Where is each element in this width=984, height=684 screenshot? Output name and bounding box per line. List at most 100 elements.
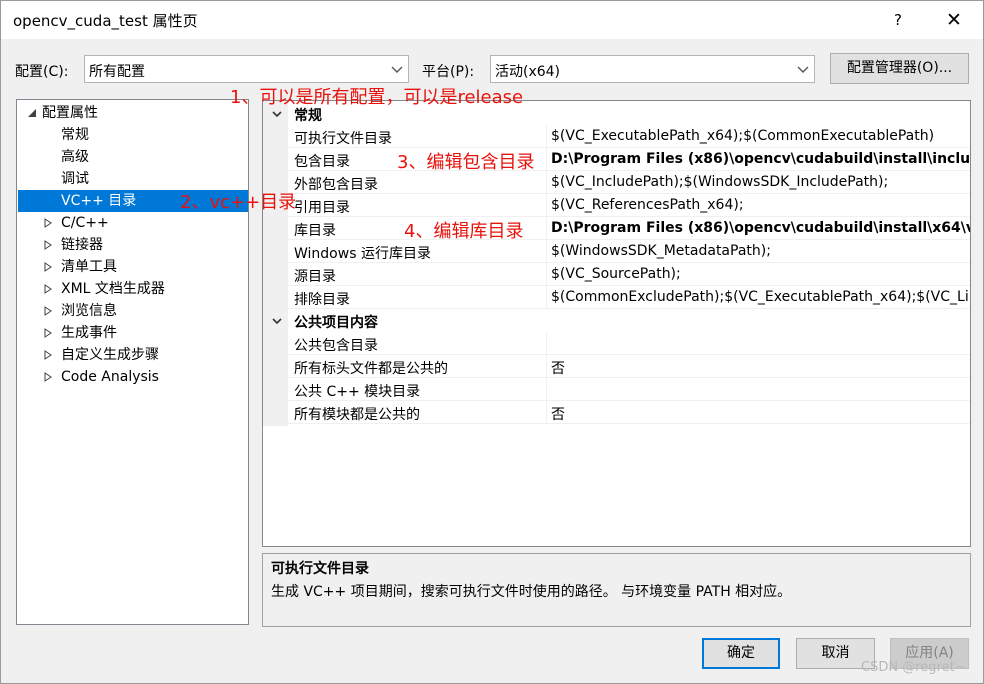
property-row[interactable]: 所有标头文件都是公共的 否 <box>288 355 970 378</box>
column-divider <box>546 240 547 263</box>
collapsed-triangle-icon <box>44 284 52 294</box>
expanded-triangle-icon <box>28 109 36 117</box>
annotation-step-2: 2、vc++目录 <box>180 192 297 213</box>
tree-item-label: XML 文档生成器 <box>61 281 165 297</box>
property-row[interactable]: 公共包含目录 <box>288 332 970 355</box>
chevron-down-icon[interactable] <box>271 315 283 327</box>
property-value: 否 <box>551 407 565 423</box>
property-value: $(VC_IncludePath);$(WindowsSDK_IncludePa… <box>551 174 889 190</box>
property-name: 所有模块都是公共的 <box>294 407 420 423</box>
grid-gutter <box>263 101 288 426</box>
tree-item-label: 浏览信息 <box>61 303 117 319</box>
title-bar: opencv_cuda_test 属性页 ? ✕ <box>1 1 983 39</box>
property-row[interactable]: 公共 C++ 模块目录 <box>288 378 970 401</box>
tree-item-debugging[interactable]: 调试 <box>61 168 89 190</box>
watermark: CSDN @regret~ <box>861 660 966 675</box>
column-divider <box>546 401 547 424</box>
property-row[interactable]: 库目录 D:\Program Files (x86)\opencv\cudabu… <box>288 217 970 240</box>
description-panel: 可执行文件目录 生成 VC++ 项目期间，搜索可执行文件时使用的路径。 与环境变… <box>262 553 971 627</box>
property-row[interactable]: 引用目录 $(VC_ReferencesPath_x64); <box>288 194 970 217</box>
config-select-value: 所有配置 <box>89 64 145 80</box>
configuration-manager-button[interactable]: 配置管理器(O)... <box>830 53 969 84</box>
tree-item-manifest-tool[interactable]: 清单工具 <box>43 256 243 278</box>
tree-item-cpp[interactable]: C/C++ <box>43 212 243 234</box>
property-name: Windows 运行库目录 <box>294 246 431 262</box>
tree-item-label: C/C++ <box>61 215 109 231</box>
property-row[interactable]: 排除目录 $(CommonExcludePath);$(VC_Executabl… <box>288 286 970 309</box>
tree-item-build-events[interactable]: 生成事件 <box>43 322 243 344</box>
chevron-down-icon <box>797 66 809 73</box>
property-tree: 配置属性 常规 高级 调试 VC++ 目录 C/C++ 链接器 清单工具 XML… <box>16 99 249 625</box>
annotation-step-3: 3、编辑包含目录 <box>397 152 535 173</box>
collapsed-triangle-icon <box>44 240 52 250</box>
property-row[interactable]: 外部包含目录 $(VC_IncludePath);$(WindowsSDK_In… <box>288 171 970 194</box>
tree-item-browse-information[interactable]: 浏览信息 <box>43 300 243 322</box>
collapsed-triangle-icon <box>44 306 52 316</box>
property-row[interactable]: 包含目录 D:\Program Files (x86)\opencv\cudab… <box>288 148 970 171</box>
property-name: 库目录 <box>294 223 336 239</box>
platform-select-value: 活动(x64) <box>495 64 561 80</box>
window-title: opencv_cuda_test 属性页 <box>13 12 198 30</box>
tree-item-general[interactable]: 常规 <box>61 124 89 146</box>
property-name: 所有标头文件都是公共的 <box>294 361 448 377</box>
column-divider <box>546 194 547 217</box>
property-name: 源目录 <box>294 269 336 285</box>
property-value: $(VC_ReferencesPath_x64); <box>551 197 744 213</box>
column-divider <box>546 263 547 286</box>
column-divider <box>546 217 547 240</box>
property-row[interactable]: 可执行文件目录 $(VC_ExecutablePath_x64);$(Commo… <box>288 125 970 148</box>
tree-item-label: 自定义生成步骤 <box>61 347 159 363</box>
platform-label: 平台(P): <box>422 64 475 80</box>
property-value: 否 <box>551 361 565 377</box>
property-name: 引用目录 <box>294 200 350 216</box>
property-row[interactable]: 源目录 $(VC_SourcePath); <box>288 263 970 286</box>
collapsed-triangle-icon <box>44 350 52 360</box>
config-select[interactable]: 所有配置 <box>84 55 409 83</box>
collapsed-triangle-icon <box>44 372 52 382</box>
column-divider <box>546 171 547 194</box>
column-divider <box>546 125 547 148</box>
close-button[interactable]: ✕ <box>937 7 971 33</box>
category-public-project-content[interactable]: 公共项目内容 <box>288 309 970 332</box>
tree-item-code-analysis[interactable]: Code Analysis <box>43 366 243 388</box>
property-value: $(CommonExcludePath);$(VC_ExecutablePath… <box>551 289 970 305</box>
chevron-down-icon[interactable] <box>271 108 283 120</box>
property-value: D:\Program Files (x86)\opencv\cudabuild\… <box>551 151 971 167</box>
platform-select[interactable]: 活动(x64) <box>490 55 815 83</box>
help-button[interactable]: ? <box>883 7 913 33</box>
tree-root-label: 配置属性 <box>42 105 98 121</box>
tree-item-linker[interactable]: 链接器 <box>43 234 243 256</box>
property-name: 可执行文件目录 <box>294 131 392 147</box>
column-divider <box>546 355 547 378</box>
property-name: 公共 C++ 模块目录 <box>294 384 421 400</box>
tree-item-xml-doc-generator[interactable]: XML 文档生成器 <box>43 278 243 300</box>
property-value: $(WindowsSDK_MetadataPath); <box>551 243 771 259</box>
tree-item-label: 生成事件 <box>61 325 117 341</box>
tree-root-configuration-properties[interactable]: 配置属性 <box>23 102 243 124</box>
tree-item-label: 链接器 <box>61 237 103 253</box>
property-row[interactable]: 所有模块都是公共的 否 <box>288 401 970 424</box>
property-value: $(VC_ExecutablePath_x64);$(CommonExecuta… <box>551 128 935 144</box>
property-name: 公共包含目录 <box>294 338 378 354</box>
property-name: 外部包含目录 <box>294 177 378 193</box>
annotation-step-4: 4、编辑库目录 <box>404 221 524 242</box>
column-divider <box>546 378 547 401</box>
tree-item-custom-build-step[interactable]: 自定义生成步骤 <box>43 344 243 366</box>
column-divider <box>546 332 547 355</box>
annotation-step-1: 1、可以是所有配置，可以是release <box>230 87 524 108</box>
column-divider <box>546 148 547 171</box>
chevron-down-icon <box>391 66 403 73</box>
property-row[interactable]: Windows 运行库目录 $(WindowsSDK_MetadataPath)… <box>288 240 970 263</box>
property-value: $(VC_SourcePath); <box>551 266 681 282</box>
property-grid: 常规 可执行文件目录 $(VC_ExecutablePath_x64);$(Co… <box>262 100 971 547</box>
property-name: 包含目录 <box>294 154 350 170</box>
description-title: 可执行文件目录 <box>271 561 369 577</box>
property-name: 排除目录 <box>294 292 350 308</box>
ok-button[interactable]: 确定 <box>702 638 780 669</box>
tree-item-advanced[interactable]: 高级 <box>61 146 89 168</box>
collapsed-triangle-icon <box>44 328 52 338</box>
description-text: 生成 VC++ 项目期间，搜索可执行文件时使用的路径。 与环境变量 PATH 相… <box>271 584 792 600</box>
category-label: 公共项目内容 <box>294 315 378 331</box>
tree-item-label: 清单工具 <box>61 259 117 275</box>
tree-item-label: Code Analysis <box>61 369 159 385</box>
